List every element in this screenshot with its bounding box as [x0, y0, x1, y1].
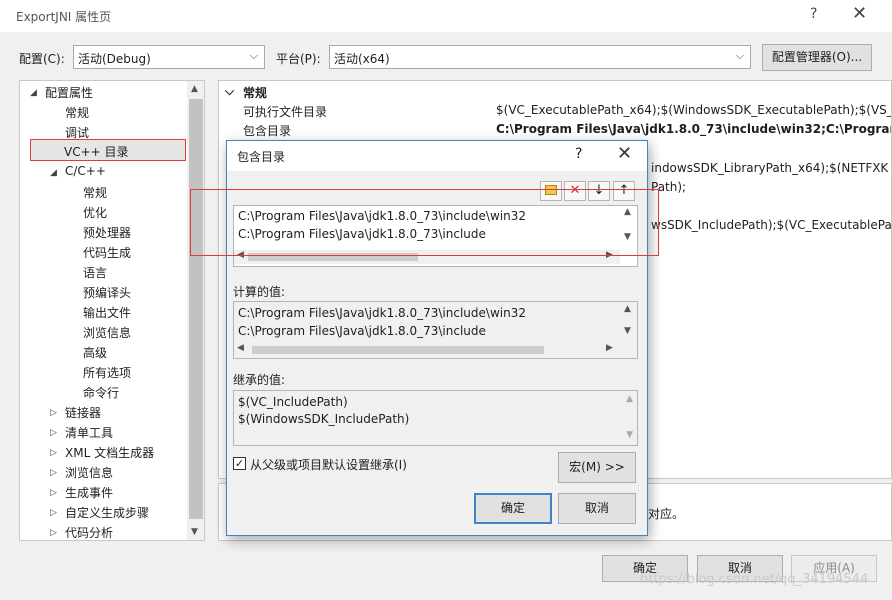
close-icon[interactable]: ✕ — [852, 3, 867, 24]
dialog-title-bar: 包含目录 ? ✕ — [227, 141, 647, 171]
computed-hscrollbar[interactable]: ◀ ▶ — [234, 343, 620, 357]
computed-entry: C:\Program Files\Java\jdk1.8.0_73\includ… — [238, 306, 526, 320]
description-text: 对应。 — [648, 507, 685, 521]
inherited-entry: $(WindowsSDK_IncludePath) — [238, 412, 410, 426]
platform-select[interactable]: 活动(x64) ⌵ — [329, 45, 751, 69]
expand-icon[interactable]: ▷ — [50, 408, 57, 418]
scroll-left-icon[interactable]: ◀ — [237, 343, 244, 353]
scroll-down-icon[interactable]: ▼ — [624, 326, 631, 336]
inherited-entry: $(VC_IncludePath) — [238, 395, 348, 409]
scroll-thumb[interactable] — [252, 346, 544, 354]
tree-item-preprocessor[interactable]: 预处理器 — [83, 224, 131, 241]
inherit-checkbox[interactable]: ✓ — [233, 457, 246, 470]
property-name[interactable]: 包含目录 — [243, 122, 291, 139]
collapse-icon[interactable]: ◢ — [50, 168, 57, 178]
computed-entry: C:\Program Files\Java\jdk1.8.0_73\includ… — [238, 324, 486, 338]
window-title: ExportJNI 属性页 — [16, 10, 112, 24]
chevron-down-icon: ⌵ — [735, 49, 744, 62]
config-select[interactable]: 活动(Debug) ⌵ — [73, 45, 265, 69]
scroll-up-icon[interactable]: ▲ — [191, 84, 198, 94]
tree-item-manifest-tool[interactable]: 清单工具 — [65, 424, 113, 441]
section-chevron-icon[interactable]: ⌵ — [225, 84, 234, 99]
tree-item-browse-information[interactable]: 浏览信息 — [65, 464, 113, 481]
dialog-title: 包含目录 — [237, 150, 286, 164]
expand-icon[interactable]: ▷ — [50, 428, 57, 438]
tree-item-precompiled-headers[interactable]: 预编译头 — [83, 284, 131, 301]
dialog-close-icon[interactable]: ✕ — [617, 143, 632, 164]
watermark: https://blog.csdn.net/qq_34194544 — [640, 572, 869, 587]
tree-scrollbar[interactable]: ▲ ▼ — [187, 81, 204, 540]
annotation-highlight-box — [190, 189, 659, 256]
tree-item-all-options[interactable]: 所有选项 — [83, 364, 131, 381]
tree-item-custom-build-step[interactable]: 自定义生成步骤 — [65, 504, 149, 521]
help-button[interactable]: ? — [810, 6, 817, 22]
tree-item-config-properties[interactable]: 配置属性 — [45, 84, 93, 101]
platform-value: 活动(x64) — [334, 52, 390, 66]
selected-item-label: VC++ 目录 — [64, 145, 129, 159]
computed-values: C:\Program Files\Java\jdk1.8.0_73\includ… — [233, 301, 638, 359]
property-value[interactable]: C:\Program Files\Java\jdk1.8.0_73\includ… — [496, 122, 891, 136]
property-value[interactable]: $(VC_ExecutablePath_x64);$(WindowsSDK_Ex… — [496, 103, 891, 117]
tree-item-general[interactable]: 常规 — [65, 104, 89, 121]
expand-icon[interactable]: ▷ — [50, 488, 57, 498]
title-bar: ExportJNI 属性页 ? ✕ — [0, 0, 892, 32]
scroll-down-icon[interactable]: ▼ — [626, 430, 633, 440]
tree-item-code-analysis[interactable]: 代码分析 — [65, 524, 113, 540]
scroll-up-icon[interactable]: ▲ — [626, 394, 633, 404]
scroll-up-icon[interactable]: ▲ — [624, 304, 631, 314]
platform-label: 平台(P): — [276, 52, 321, 66]
inherited-values: $(VC_IncludePath) $(WindowsSDK_IncludePa… — [233, 390, 638, 446]
dialog-cancel-button[interactable]: 取消 — [558, 493, 636, 524]
config-manager-button[interactable]: 配置管理器(O)... — [762, 44, 872, 71]
inherit-checkbox-label[interactable]: 从父级或项目默认设置继承(I) — [250, 456, 407, 473]
tree-item-linker[interactable]: 链接器 — [65, 404, 101, 421]
section-title: 常规 — [243, 86, 268, 100]
tree-item-code-generation[interactable]: 代码生成 — [83, 244, 131, 261]
expand-icon[interactable]: ▷ — [50, 528, 57, 538]
tree-item-output-files[interactable]: 输出文件 — [83, 304, 131, 321]
tree-item-command-line[interactable]: 命令行 — [83, 384, 119, 401]
chevron-down-icon: ⌵ — [249, 49, 258, 62]
computed-vscrollbar[interactable]: ▲ ▼ — [620, 302, 637, 342]
scroll-thumb[interactable] — [189, 99, 203, 519]
collapse-icon[interactable]: ◢ — [30, 88, 37, 98]
inherited-label: 继承的值: — [233, 373, 286, 387]
config-value: 活动(Debug) — [78, 52, 151, 66]
scroll-right-icon[interactable]: ▶ — [606, 343, 613, 353]
tree-item-advanced[interactable]: 高级 — [83, 344, 107, 361]
expand-icon[interactable]: ▷ — [50, 468, 57, 478]
property-value-partial: wsSDK_IncludePath);$(VC_ExecutablePa — [651, 218, 892, 232]
tree-item-browse-info[interactable]: 浏览信息 — [83, 324, 131, 341]
tree-item-language[interactable]: 语言 — [83, 264, 107, 281]
property-value-partial: indowsSDK_LibraryPath_x64);$(NETFXK — [651, 161, 889, 175]
scroll-down-icon[interactable]: ▼ — [191, 527, 198, 537]
dialog-help-button[interactable]: ? — [575, 146, 582, 162]
tree-item-cpp[interactable]: C/C++ — [65, 164, 106, 178]
expand-icon[interactable]: ▷ — [50, 508, 57, 518]
dialog-ok-button[interactable]: 确定 — [474, 493, 552, 524]
config-label: 配置(C): — [19, 52, 65, 66]
macro-button[interactable]: 宏(M) >> — [558, 452, 636, 483]
property-name[interactable]: 可执行文件目录 — [243, 103, 327, 120]
expand-icon[interactable]: ▷ — [50, 448, 57, 458]
computed-label: 计算的值: — [233, 285, 286, 299]
tree-item-optimization[interactable]: 优化 — [83, 204, 107, 221]
tree-item-xml-doc[interactable]: XML 文档生成器 — [65, 444, 154, 461]
tree-item-cpp-general[interactable]: 常规 — [83, 184, 107, 201]
tree-item-build-events[interactable]: 生成事件 — [65, 484, 113, 501]
